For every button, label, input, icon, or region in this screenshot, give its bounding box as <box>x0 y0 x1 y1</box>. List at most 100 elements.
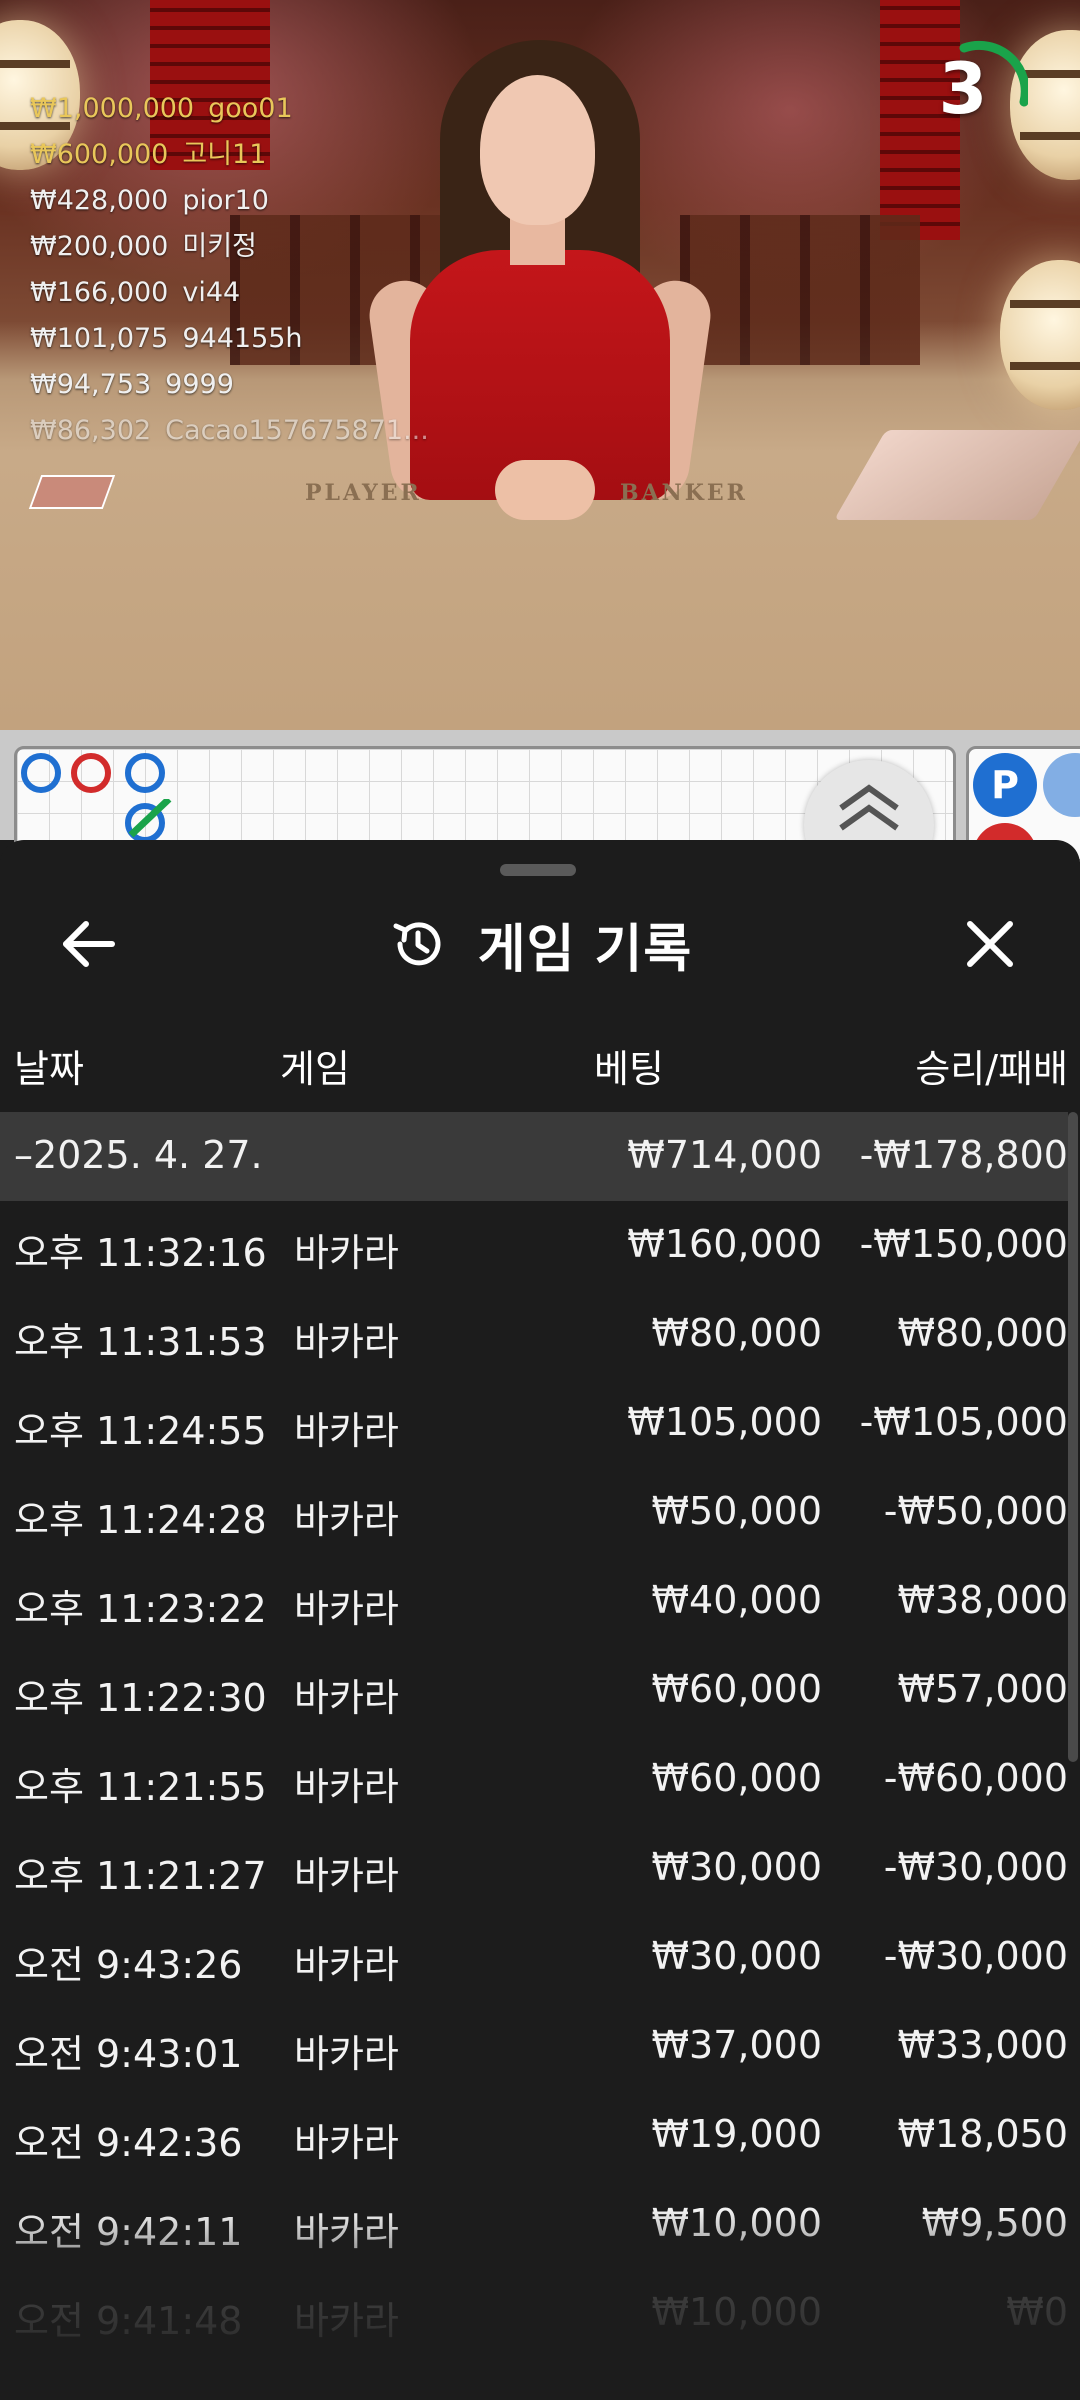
history-game: 바카라 <box>294 2210 399 2254</box>
history-time: 오후 11:24:28 <box>14 1498 267 1542</box>
history-result: ₩0 <box>1006 2290 1068 2334</box>
history-time: 오후 11:22:30 <box>14 1676 267 1720</box>
history-game: 바카라 <box>294 1231 399 1275</box>
leaderboard-entry: ₩94,753 9999 <box>30 362 429 408</box>
predict-banker-button[interactable] <box>1043 753 1080 817</box>
history-bet: ₩37,000 <box>651 2023 822 2067</box>
date-group-row[interactable]: –2025. 4. 27. ₩714,000 -₩178,800 <box>0 1112 1068 1201</box>
history-game: 바카라 <box>294 1765 399 1809</box>
discard-card-stack <box>28 475 116 509</box>
history-row[interactable]: 오전 9:43:26 바카라 ₩30,000 -₩30,000 <box>0 1913 1068 2002</box>
history-bet: ₩19,000 <box>651 2112 822 2156</box>
history-game: 바카라 <box>294 1854 399 1898</box>
history-game: 바카라 <box>294 2121 399 2165</box>
history-row[interactable]: 오후 11:21:55 바카라 ₩60,000 -₩60,000 <box>0 1735 1068 1824</box>
history-row[interactable]: 오전 9:41:48 바카라 ₩10,000 ₩0 <box>0 2269 1068 2358</box>
history-game: 바카라 <box>294 1498 399 1542</box>
tie-slash-line <box>128 799 172 838</box>
sheet-header: 게임 기록 <box>0 904 1080 984</box>
history-row[interactable]: 오후 11:21:27 바카라 ₩30,000 -₩30,000 <box>0 1824 1068 1913</box>
history-game: 바카라 <box>294 1676 399 1720</box>
card-shoe <box>834 430 1080 520</box>
game-history-sheet: 게임 기록 날짜 게임 베팅 승리/패배 –2025. 4. 27. ₩714,… <box>0 840 1080 2400</box>
top-winners-leaderboard: ₩1,000,000 goo01 ₩600,000 고니11 ₩428,000 pior1… <box>30 86 429 454</box>
history-result: ₩33,000 <box>897 2023 1068 2067</box>
history-bet: ₩50,000 <box>651 1489 822 1533</box>
leaderboard-name: vi44 <box>182 277 241 308</box>
history-row[interactable]: 오후 11:22:30 바카라 ₩60,000 ₩57,000 <box>0 1646 1068 1735</box>
history-result: ₩9,500 <box>921 2201 1068 2245</box>
scoreboard-roadmap[interactable]: P <box>0 730 1080 890</box>
date-group-label: –2025. 4. 27. <box>14 1133 263 1177</box>
history-row[interactable]: 오전 9:42:11 바카라 ₩10,000 ₩9,500 <box>0 2180 1068 2269</box>
history-bet: ₩30,000 <box>651 1845 822 1889</box>
history-time: 오전 9:41:48 <box>14 2299 243 2343</box>
history-time: 오후 11:31:53 <box>14 1320 267 1364</box>
history-row[interactable]: 오후 11:32:16 바카라 ₩160,000 -₩150,000 <box>0 1201 1068 1290</box>
chevron-up-double-icon <box>839 784 899 831</box>
leaderboard-name: Cacao157675871... <box>165 415 429 446</box>
history-bet: ₩105,000 <box>627 1400 822 1444</box>
lantern-right-bottom <box>1000 260 1080 410</box>
table-label-player: PLAYER <box>305 480 422 506</box>
game-history-table[interactable]: –2025. 4. 27. ₩714,000 -₩178,800 오후 11:3… <box>0 1112 1068 2358</box>
leaderboard-amount: ₩166,000 <box>30 277 169 308</box>
live-video-stream: PLAYER BANKER ₩1,000,000 goo01 ₩600,000 고니1… <box>0 0 1080 730</box>
leaderboard-amount: ₩1,000,000 <box>30 93 195 124</box>
date-group-result-total: -₩178,800 <box>859 1133 1068 1177</box>
column-header-bet: 베팅 <box>594 1047 664 1091</box>
history-bet: ₩40,000 <box>651 1578 822 1622</box>
history-time: 오후 11:23:22 <box>14 1587 267 1631</box>
leaderboard-amount: ₩200,000 <box>30 231 169 262</box>
history-icon <box>393 922 441 966</box>
history-game: 바카라 <box>294 1943 399 1987</box>
history-result: -₩30,000 <box>883 1934 1068 1978</box>
history-game: 바카라 <box>294 2032 399 2076</box>
close-button[interactable] <box>950 904 1030 984</box>
history-row[interactable]: 오후 11:23:22 바카라 ₩40,000 ₩38,000 <box>0 1557 1068 1646</box>
leaderboard-entry: ₩1,000,000 goo01 <box>30 86 429 132</box>
leaderboard-entry: ₩86,302 Cacao157675871... <box>30 408 429 454</box>
history-scrollbar[interactable] <box>1068 1112 1078 1762</box>
column-header-game: 게임 <box>280 1047 350 1091</box>
history-row[interactable]: 오후 11:24:28 바카라 ₩50,000 -₩50,000 <box>0 1468 1068 1557</box>
sheet-title: 게임 기록 <box>477 919 693 980</box>
history-result: -₩150,000 <box>859 1222 1068 1266</box>
date-group-bet-total: ₩714,000 <box>627 1133 822 1177</box>
sheet-drag-handle[interactable] <box>500 864 576 876</box>
history-game: 바카라 <box>294 1587 399 1631</box>
leaderboard-amount: ₩86,302 <box>30 415 152 446</box>
back-button[interactable] <box>50 904 130 984</box>
leaderboard-amount: ₩101,075 <box>30 323 169 354</box>
history-result: ₩57,000 <box>897 1667 1068 1711</box>
history-time: 오후 11:21:55 <box>14 1765 267 1809</box>
countdown-value: 3 <box>938 48 988 130</box>
leaderboard-entry: ₩166,000 vi44 <box>30 270 429 316</box>
history-time: 오후 11:24:55 <box>14 1409 267 1453</box>
history-row[interactable]: 오전 9:43:01 바카라 ₩37,000 ₩33,000 <box>0 2002 1068 2091</box>
column-header-result: 승리/패배 <box>915 1047 1068 1091</box>
history-bet: ₩60,000 <box>651 1667 822 1711</box>
history-bet: ₩10,000 <box>651 2201 822 2245</box>
predict-player-button[interactable]: P <box>973 753 1037 817</box>
history-time: 오전 9:42:36 <box>14 2121 243 2165</box>
background-window-frame-right <box>680 215 920 365</box>
close-icon <box>967 921 1013 967</box>
leaderboard-name: 944155h <box>182 323 303 354</box>
leaderboard-name: pior10 <box>182 185 269 216</box>
leaderboard-amount: ₩428,000 <box>30 185 169 216</box>
road-player-mark <box>125 753 165 793</box>
history-row[interactable]: 오후 11:31:53 바카라 ₩80,000 ₩80,000 <box>0 1290 1068 1379</box>
history-result: ₩80,000 <box>897 1311 1068 1355</box>
column-header-date: 날짜 <box>14 1047 84 1091</box>
history-row[interactable]: 오전 9:42:36 바카라 ₩19,000 ₩18,050 <box>0 2091 1068 2180</box>
history-result: -₩30,000 <box>883 1845 1068 1889</box>
history-row[interactable]: 오후 11:24:55 바카라 ₩105,000 -₩105,000 <box>0 1379 1068 1468</box>
history-time: 오전 9:42:11 <box>14 2210 243 2254</box>
history-result: ₩38,000 <box>897 1578 1068 1622</box>
history-bet: ₩10,000 <box>651 2290 822 2334</box>
history-result: ₩18,050 <box>897 2112 1068 2156</box>
leaderboard-entry: ₩428,000 pior10 <box>30 178 429 224</box>
leaderboard-name: goo01 <box>208 93 293 124</box>
leaderboard-name: 9999 <box>165 369 234 400</box>
